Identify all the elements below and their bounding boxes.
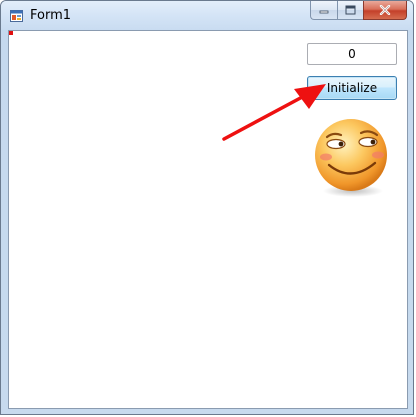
maximize-button[interactable]: [337, 1, 363, 20]
close-icon: [379, 5, 391, 15]
counter-textbox[interactable]: 0: [307, 43, 397, 65]
form1-window: Form1 0 Initialize: [0, 0, 414, 415]
red-marker: [9, 31, 13, 35]
maximize-icon: [345, 5, 356, 15]
minimize-icon: [319, 10, 329, 14]
form-client-area: 0 Initialize: [8, 30, 408, 409]
caption-buttons: [310, 1, 407, 21]
window-title: Form1: [30, 8, 72, 23]
title-bar[interactable]: Form1: [1, 1, 413, 30]
minimize-button[interactable]: [310, 1, 337, 20]
smirk-emoji-icon: [315, 119, 387, 197]
close-button[interactable]: [363, 1, 407, 20]
form-app-icon: [10, 10, 23, 22]
